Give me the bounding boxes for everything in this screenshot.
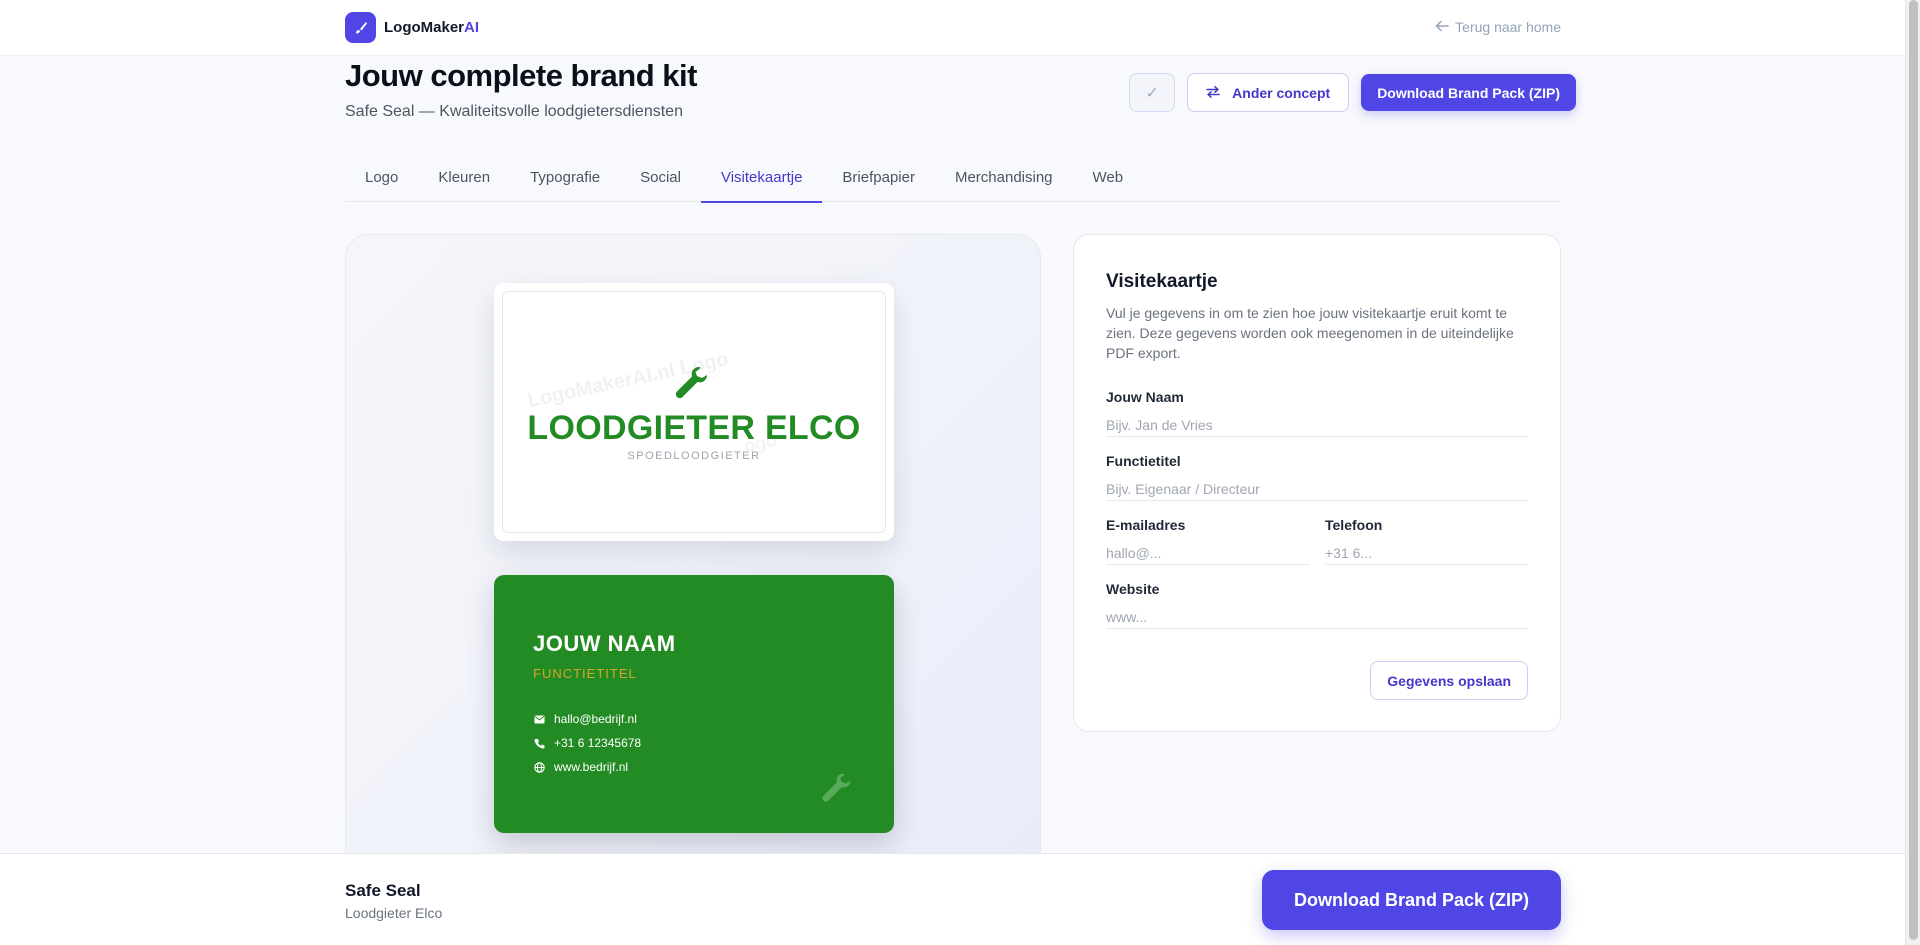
form-title: Visitekaartje: [1106, 271, 1218, 292]
back-home-link[interactable]: Terug naar home: [1435, 19, 1561, 35]
company-tagline: SPOEDLOODGIETER: [627, 450, 761, 462]
email-input[interactable]: [1106, 541, 1310, 565]
brand-kit-tabs: Logo Kleuren Typografie Social Visitekaa…: [345, 160, 1561, 203]
other-concept-button[interactable]: Ander concept: [1187, 73, 1350, 112]
website-input[interactable]: [1106, 605, 1528, 629]
tab-logo[interactable]: Logo: [345, 160, 418, 202]
card-email: hallo@bedrijf.nl: [554, 712, 637, 726]
brand-logo[interactable]: LogoMakerAI: [345, 12, 479, 43]
name-input[interactable]: [1106, 413, 1528, 437]
mail-icon: [533, 713, 545, 725]
tab-kleuren[interactable]: Kleuren: [418, 160, 510, 202]
arrow-left-icon: [1435, 19, 1449, 35]
card-preview-panel: LogoMakerAI.nl Logo ogo LOODGIETER ELCO …: [345, 234, 1041, 854]
brand-name: LogoMakerAI: [384, 19, 480, 36]
phone-label: Telefoon: [1325, 517, 1383, 533]
header-actions: ✓ Ander concept Download Brand Pack (ZIP…: [1129, 73, 1576, 112]
form-description: Vul je gegevens in om te zien hoe jouw v…: [1106, 305, 1514, 361]
confirm-button[interactable]: ✓: [1129, 73, 1176, 112]
footer-brand-title: Safe Seal: [345, 881, 421, 900]
sticky-footer: Safe Seal Loodgieter Elco Download Brand…: [0, 853, 1905, 945]
name-label: Jouw Naam: [1106, 389, 1184, 405]
save-details-button[interactable]: Gegevens opslaan: [1370, 661, 1528, 700]
card-website: www.bedrijf.nl: [554, 760, 629, 774]
download-brand-pack-button[interactable]: Download Brand Pack (ZIP): [1361, 74, 1576, 111]
business-card-back: JOUW NAAM FUNCTIETITEL hallo@bedrijf.nl …: [494, 575, 894, 833]
business-card-front: LogoMakerAI.nl Logo ogo LOODGIETER ELCO …: [494, 283, 894, 541]
website-field-group: Website: [1106, 581, 1528, 629]
brush-icon: [345, 12, 376, 43]
phone-input[interactable]: [1325, 541, 1528, 565]
wrench-icon: [822, 773, 851, 802]
tab-social[interactable]: Social: [620, 160, 701, 202]
tab-visitekaartje[interactable]: Visitekaartje: [700, 160, 823, 203]
card-phone: +31 6 12345678: [554, 736, 642, 750]
wrench-icon: [675, 367, 707, 399]
name-field-group: Jouw Naam: [1106, 389, 1528, 437]
email-label: E-mailadres: [1106, 517, 1186, 533]
top-bar: LogoMakerAI Terug naar home: [0, 0, 1905, 56]
page-title: Jouw complete brand kit: [345, 58, 697, 93]
card-phone-row: +31 6 12345678: [533, 736, 641, 750]
footer-download-button[interactable]: Download Brand Pack (ZIP): [1261, 870, 1561, 930]
tab-merchandising[interactable]: Merchandising: [935, 160, 1073, 202]
company-name: LOODGIETER ELCO: [527, 409, 861, 447]
other-concept-label: Ander concept: [1232, 84, 1331, 101]
phone-icon: [533, 737, 545, 749]
job-title-field-group: Functietitel: [1106, 453, 1528, 501]
phone-field-group: Telefoon: [1325, 517, 1528, 565]
business-card-form: Visitekaartje Vul je gegevens in om te z…: [1073, 234, 1561, 732]
card-name: JOUW NAAM: [533, 631, 676, 656]
card-role: FUNCTIETITEL: [533, 666, 637, 681]
website-label: Website: [1106, 581, 1160, 597]
card-email-row: hallo@bedrijf.nl: [533, 712, 637, 726]
tab-briefpapier[interactable]: Briefpapier: [822, 160, 935, 202]
page-subtitle: Safe Seal — Kwaliteitsvolle loodgietersd…: [345, 103, 683, 120]
scrollbar-thumb[interactable]: [1909, 0, 1918, 940]
card-website-row: www.bedrijf.nl: [533, 760, 628, 774]
job-title-input[interactable]: [1106, 477, 1528, 501]
email-field-group: E-mailadres: [1106, 517, 1310, 565]
job-title-label: Functietitel: [1106, 453, 1181, 469]
tab-web[interactable]: Web: [1073, 160, 1144, 202]
tab-typografie[interactable]: Typografie: [510, 160, 620, 202]
check-icon: ✓: [1145, 84, 1159, 102]
footer-brand-subtitle: Loodgieter Elco: [345, 905, 443, 921]
globe-icon: [533, 761, 545, 773]
swap-icon: [1206, 85, 1220, 101]
page-scrollbar[interactable]: [1905, 0, 1920, 945]
back-home-label: Terug naar home: [1455, 19, 1561, 35]
